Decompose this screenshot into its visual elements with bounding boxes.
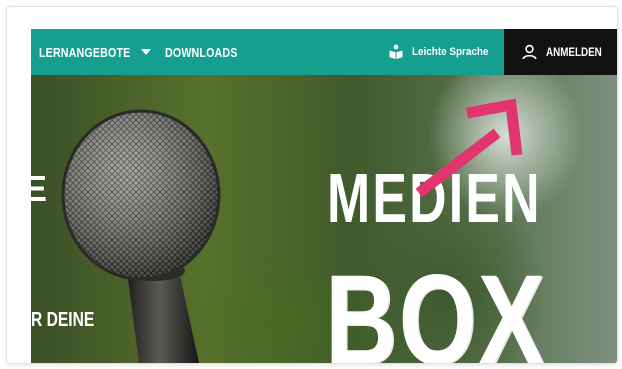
leichte-sprache-link[interactable]: Leichte Sprache xyxy=(388,29,497,75)
nav-left-group: LERNANGEBOTE DOWNLOADS xyxy=(39,29,253,75)
browser-frame: LERNANGEBOTE DOWNLOADS Leichte Sprache A… xyxy=(6,6,618,364)
page-viewport: LERNANGEBOTE DOWNLOADS Leichte Sprache A… xyxy=(31,29,617,363)
arrow-graphic xyxy=(415,98,523,198)
leichte-sprache-label: Leichte Sprache xyxy=(412,46,489,58)
user-icon xyxy=(522,44,537,60)
nav-link-downloads[interactable]: DOWNLOADS xyxy=(165,45,238,60)
nav-link-lernangebote[interactable]: LERNANGEBOTE xyxy=(39,45,130,60)
login-button[interactable]: ANMELDEN xyxy=(504,29,617,75)
hero-banner: E R DEINE MEDIEN BOX xyxy=(31,75,617,363)
chevron-down-icon[interactable] xyxy=(141,49,151,55)
easy-language-book-icon xyxy=(389,44,403,59)
login-label: ANMELDEN xyxy=(546,45,602,59)
top-navigation-bar: LERNANGEBOTE DOWNLOADS Leichte Sprache A… xyxy=(31,29,617,75)
